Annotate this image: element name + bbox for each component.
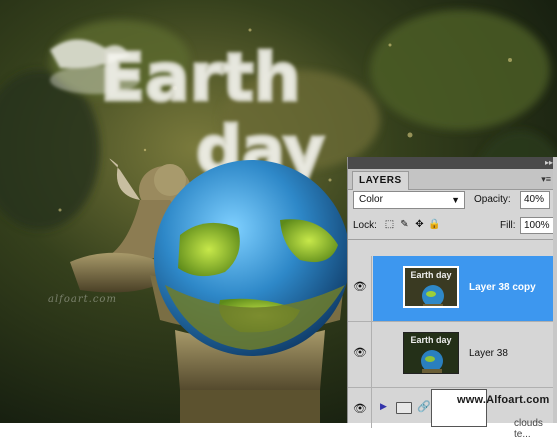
thumbnail-title: Earth day <box>410 270 452 280</box>
layers-panel: ▸▸ LAYERS ▾≡ Color ▼ Opacity: 40% Lock: … <box>347 157 557 440</box>
layer-name[interactable]: clouds te... <box>514 418 557 440</box>
layer-name[interactable]: Layer 38 <box>469 348 508 359</box>
eye-icon: 👁 <box>353 281 367 293</box>
opacity-label: Opacity: <box>474 194 511 205</box>
watermark-text: alfoart.com <box>48 294 117 305</box>
fill-label: Fill: <box>500 220 516 231</box>
layer-row-layer-38-copy[interactable]: 👁 Earth day Layer 38 copy <box>348 256 557 322</box>
lock-all-icon[interactable]: 🔒 <box>428 218 441 231</box>
visibility-toggle[interactable]: 👁 <box>348 256 372 321</box>
scrollbar[interactable] <box>553 157 557 423</box>
site-watermark: www.Alfoart.com <box>457 394 550 406</box>
panel-title-strip[interactable]: ▸▸ <box>348 157 557 169</box>
layer-name[interactable]: Layer 38 copy <box>469 282 536 293</box>
panel-tab-row: LAYERS ▾≡ <box>348 169 557 190</box>
eye-icon: 👁 <box>353 403 367 415</box>
lock-transparent-icon[interactable]: ⬚ <box>383 218 396 231</box>
eye-icon: 👁 <box>353 347 367 359</box>
link-chain-icon: 🔗 <box>417 401 431 413</box>
lock-position-icon[interactable]: ✥ <box>413 218 426 231</box>
lock-row: Lock: ⬚ ✎ ✥ 🔒 Fill: 100% <box>353 217 557 235</box>
visibility-toggle[interactable]: 👁 <box>348 388 372 428</box>
panel-menu-icon[interactable]: ▾≡ <box>541 174 551 185</box>
thumbnail-title: Earth day <box>410 335 452 345</box>
layer-thumbnail: Earth day <box>403 332 459 374</box>
layer-row-layer-38[interactable]: 👁 Earth day Layer 38 <box>348 322 557 388</box>
globe <box>154 160 350 356</box>
double-chevron-right-icon[interactable]: ▸▸ <box>545 157 553 169</box>
layer-thumbnail: Earth day <box>403 266 459 308</box>
lock-image-icon[interactable]: ✎ <box>398 218 411 231</box>
layer-main[interactable]: Earth day Layer 38 copy <box>373 256 557 321</box>
group-expand-arrow-icon[interactable]: ▶ <box>380 401 387 412</box>
blend-row: Color ▼ Opacity: 40% <box>353 191 557 211</box>
opacity-input[interactable]: 40% <box>520 191 550 209</box>
fill-input[interactable]: 100% <box>520 217 554 234</box>
visibility-toggle[interactable]: 👁 <box>348 322 372 387</box>
chevron-down-icon: ▼ <box>451 195 460 205</box>
lock-label: Lock: <box>353 220 377 231</box>
layer-main[interactable]: Earth day Layer 38 <box>373 322 557 387</box>
blend-mode-select[interactable]: Color ▼ <box>353 191 465 209</box>
folder-icon <box>396 402 412 414</box>
blend-mode-value: Color <box>359 194 383 205</box>
tab-layers[interactable]: LAYERS <box>352 171 409 190</box>
